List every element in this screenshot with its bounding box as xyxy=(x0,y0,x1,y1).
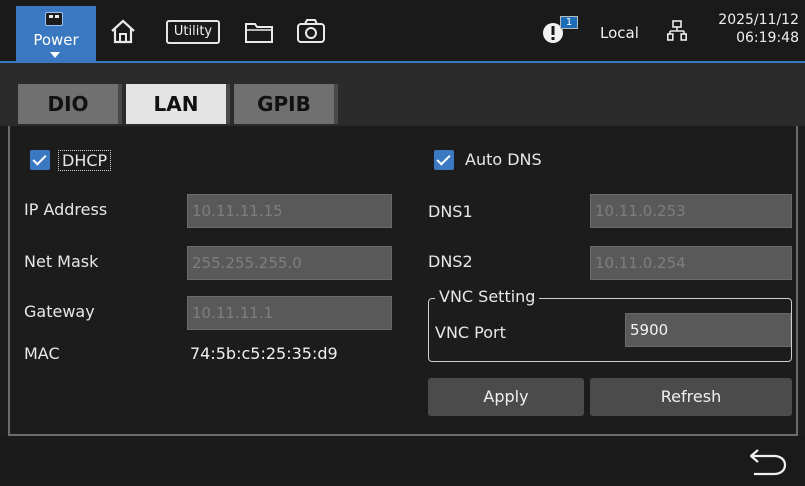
dhcp-checkbox[interactable] xyxy=(30,150,50,170)
vnc-setting-group: VNC Setting VNC Port 5900 xyxy=(428,287,792,362)
dropdown-arrow-icon xyxy=(50,52,60,58)
back-arrow-icon[interactable] xyxy=(748,444,788,476)
home-icon[interactable] xyxy=(110,18,136,44)
alert-count-badge: 1 xyxy=(560,16,578,29)
auto-dns-label[interactable]: Auto DNS xyxy=(465,150,542,169)
net-mask-field[interactable]: 255.255.255.0 xyxy=(187,246,392,280)
tab-gpib[interactable]: GPIB xyxy=(234,84,338,124)
dns1-field[interactable]: 10.11.0.253 xyxy=(590,194,792,228)
remote-mode-status: Local xyxy=(600,24,639,42)
bottom-bar xyxy=(0,436,805,486)
tab-dio[interactable]: DIO xyxy=(18,84,122,124)
folder-icon[interactable] xyxy=(244,20,274,44)
top-bar: Power Utility 1 Local 2025/11/12 06:19:4… xyxy=(0,0,805,63)
date-text: 2025/11/12 xyxy=(718,12,799,28)
mac-value: 74:5b:c5:25:35:d9 xyxy=(190,344,338,363)
dns2-label: DNS2 xyxy=(428,252,473,271)
time-text: 06:19:48 xyxy=(736,30,799,46)
dns1-label: DNS1 xyxy=(428,202,473,221)
device-icon xyxy=(45,12,63,26)
utility-button[interactable]: Utility xyxy=(166,20,220,44)
vnc-setting-title: VNC Setting xyxy=(435,287,540,306)
auto-dns-checkbox[interactable] xyxy=(434,150,454,170)
lan-settings-panel: DHCP IP Address 10.11.11.15 Net Mask 255… xyxy=(8,126,798,436)
ip-address-field[interactable]: 10.11.11.15 xyxy=(187,194,392,228)
gateway-field[interactable]: 10.11.11.1 xyxy=(187,296,392,330)
camera-icon[interactable] xyxy=(296,18,326,44)
dhcp-label[interactable]: DHCP xyxy=(58,150,112,171)
dns2-field[interactable]: 10.11.0.254 xyxy=(590,246,792,280)
power-button[interactable]: Power xyxy=(16,6,96,62)
tab-lan[interactable]: LAN xyxy=(126,84,230,124)
tab-strip: DIO LAN GPIB xyxy=(0,63,805,126)
vnc-port-field[interactable]: 5900 xyxy=(625,313,791,347)
ip-address-label: IP Address xyxy=(24,200,108,219)
net-mask-label: Net Mask xyxy=(24,252,99,271)
gateway-label: Gateway xyxy=(24,302,95,321)
mac-label: MAC xyxy=(24,344,60,363)
refresh-button[interactable]: Refresh xyxy=(590,378,792,416)
apply-button[interactable]: Apply xyxy=(428,378,584,416)
datetime-display: 2025/11/12 06:19:48 xyxy=(718,11,799,47)
network-icon xyxy=(667,20,687,41)
vnc-port-label: VNC Port xyxy=(435,323,506,342)
power-label: Power xyxy=(33,31,79,49)
